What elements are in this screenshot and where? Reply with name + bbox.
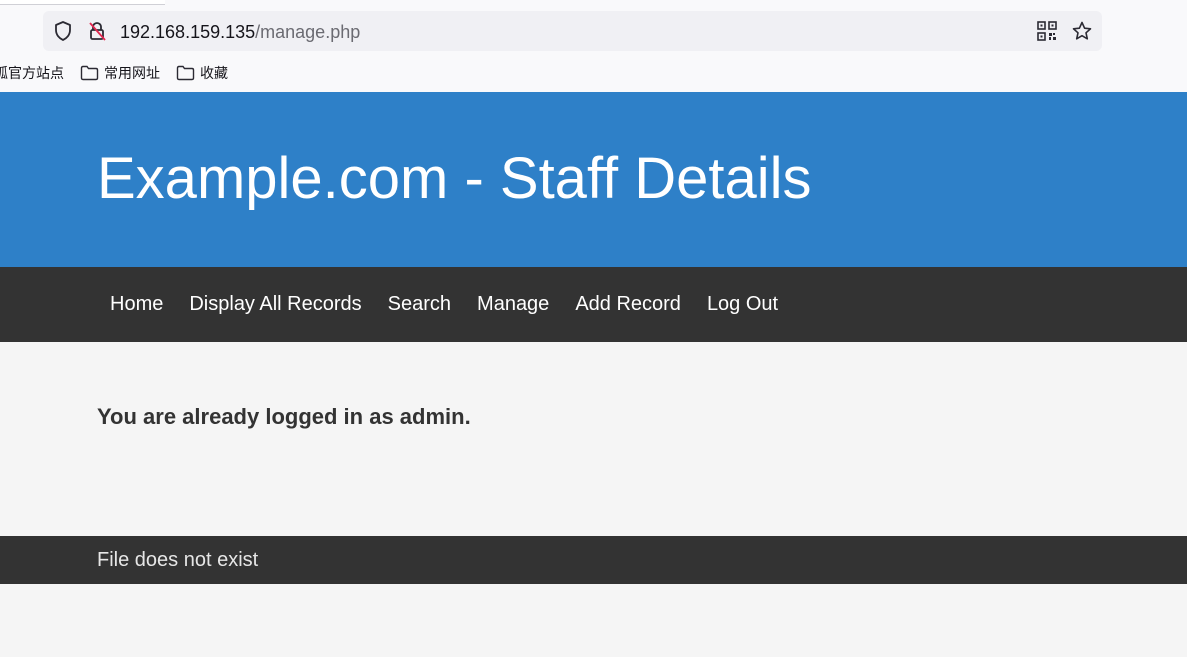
bookmark-label: 狐官方站点 — [0, 65, 64, 81]
qr-code-icon[interactable] — [1036, 20, 1058, 42]
main-nav: Home Display All Records Search Manage A… — [0, 267, 1187, 342]
bookmark-label: 常用网址 — [104, 65, 160, 81]
bookmark-item[interactable]: 狐官方站点 — [0, 63, 64, 83]
bookmark-folder[interactable]: 常用网址 — [80, 63, 160, 83]
nav-list: Home Display All Records Search Manage A… — [97, 267, 791, 342]
nav-item-display-all-records[interactable]: Display All Records — [176, 293, 374, 316]
bookmark-label: 收藏 — [200, 65, 228, 81]
folder-icon — [80, 65, 99, 81]
page-title: Example.com - Staff Details — [97, 146, 812, 211]
nav-item-log-out[interactable]: Log Out — [694, 293, 791, 316]
site-header: Example.com - Staff Details — [0, 92, 1187, 267]
bookmarks-toolbar: 狐官方站点 常用网址 收藏 — [0, 62, 244, 84]
nav-item-add-record[interactable]: Add Record — [562, 293, 694, 316]
folder-icon — [176, 65, 195, 81]
star-icon[interactable] — [1071, 20, 1093, 42]
active-tab-edge[interactable] — [0, 0, 165, 5]
site-footer: File does not exist — [0, 536, 1187, 584]
footer-text: File does not exist — [97, 549, 259, 571]
url-path: /manage.php — [255, 22, 361, 42]
shield-icon[interactable] — [52, 20, 74, 42]
address-bar[interactable]: 192.168.159.135/manage.php — [43, 11, 1102, 51]
status-message: You are already logged in as admin. — [97, 404, 471, 429]
nav-item-home[interactable]: Home — [97, 293, 176, 316]
nav-item-manage[interactable]: Manage — [464, 293, 562, 316]
bookmark-folder[interactable]: 收藏 — [176, 63, 228, 83]
insecure-lock-icon[interactable] — [86, 20, 108, 42]
browser-chrome: 192.168.159.135/manage.php 狐官方站点 常用网址 收藏 — [0, 0, 1187, 92]
url-host: 192.168.159.135 — [120, 22, 256, 42]
nav-item-search[interactable]: Search — [375, 293, 464, 316]
url-text[interactable]: 192.168.159.135/manage.php — [120, 21, 360, 43]
